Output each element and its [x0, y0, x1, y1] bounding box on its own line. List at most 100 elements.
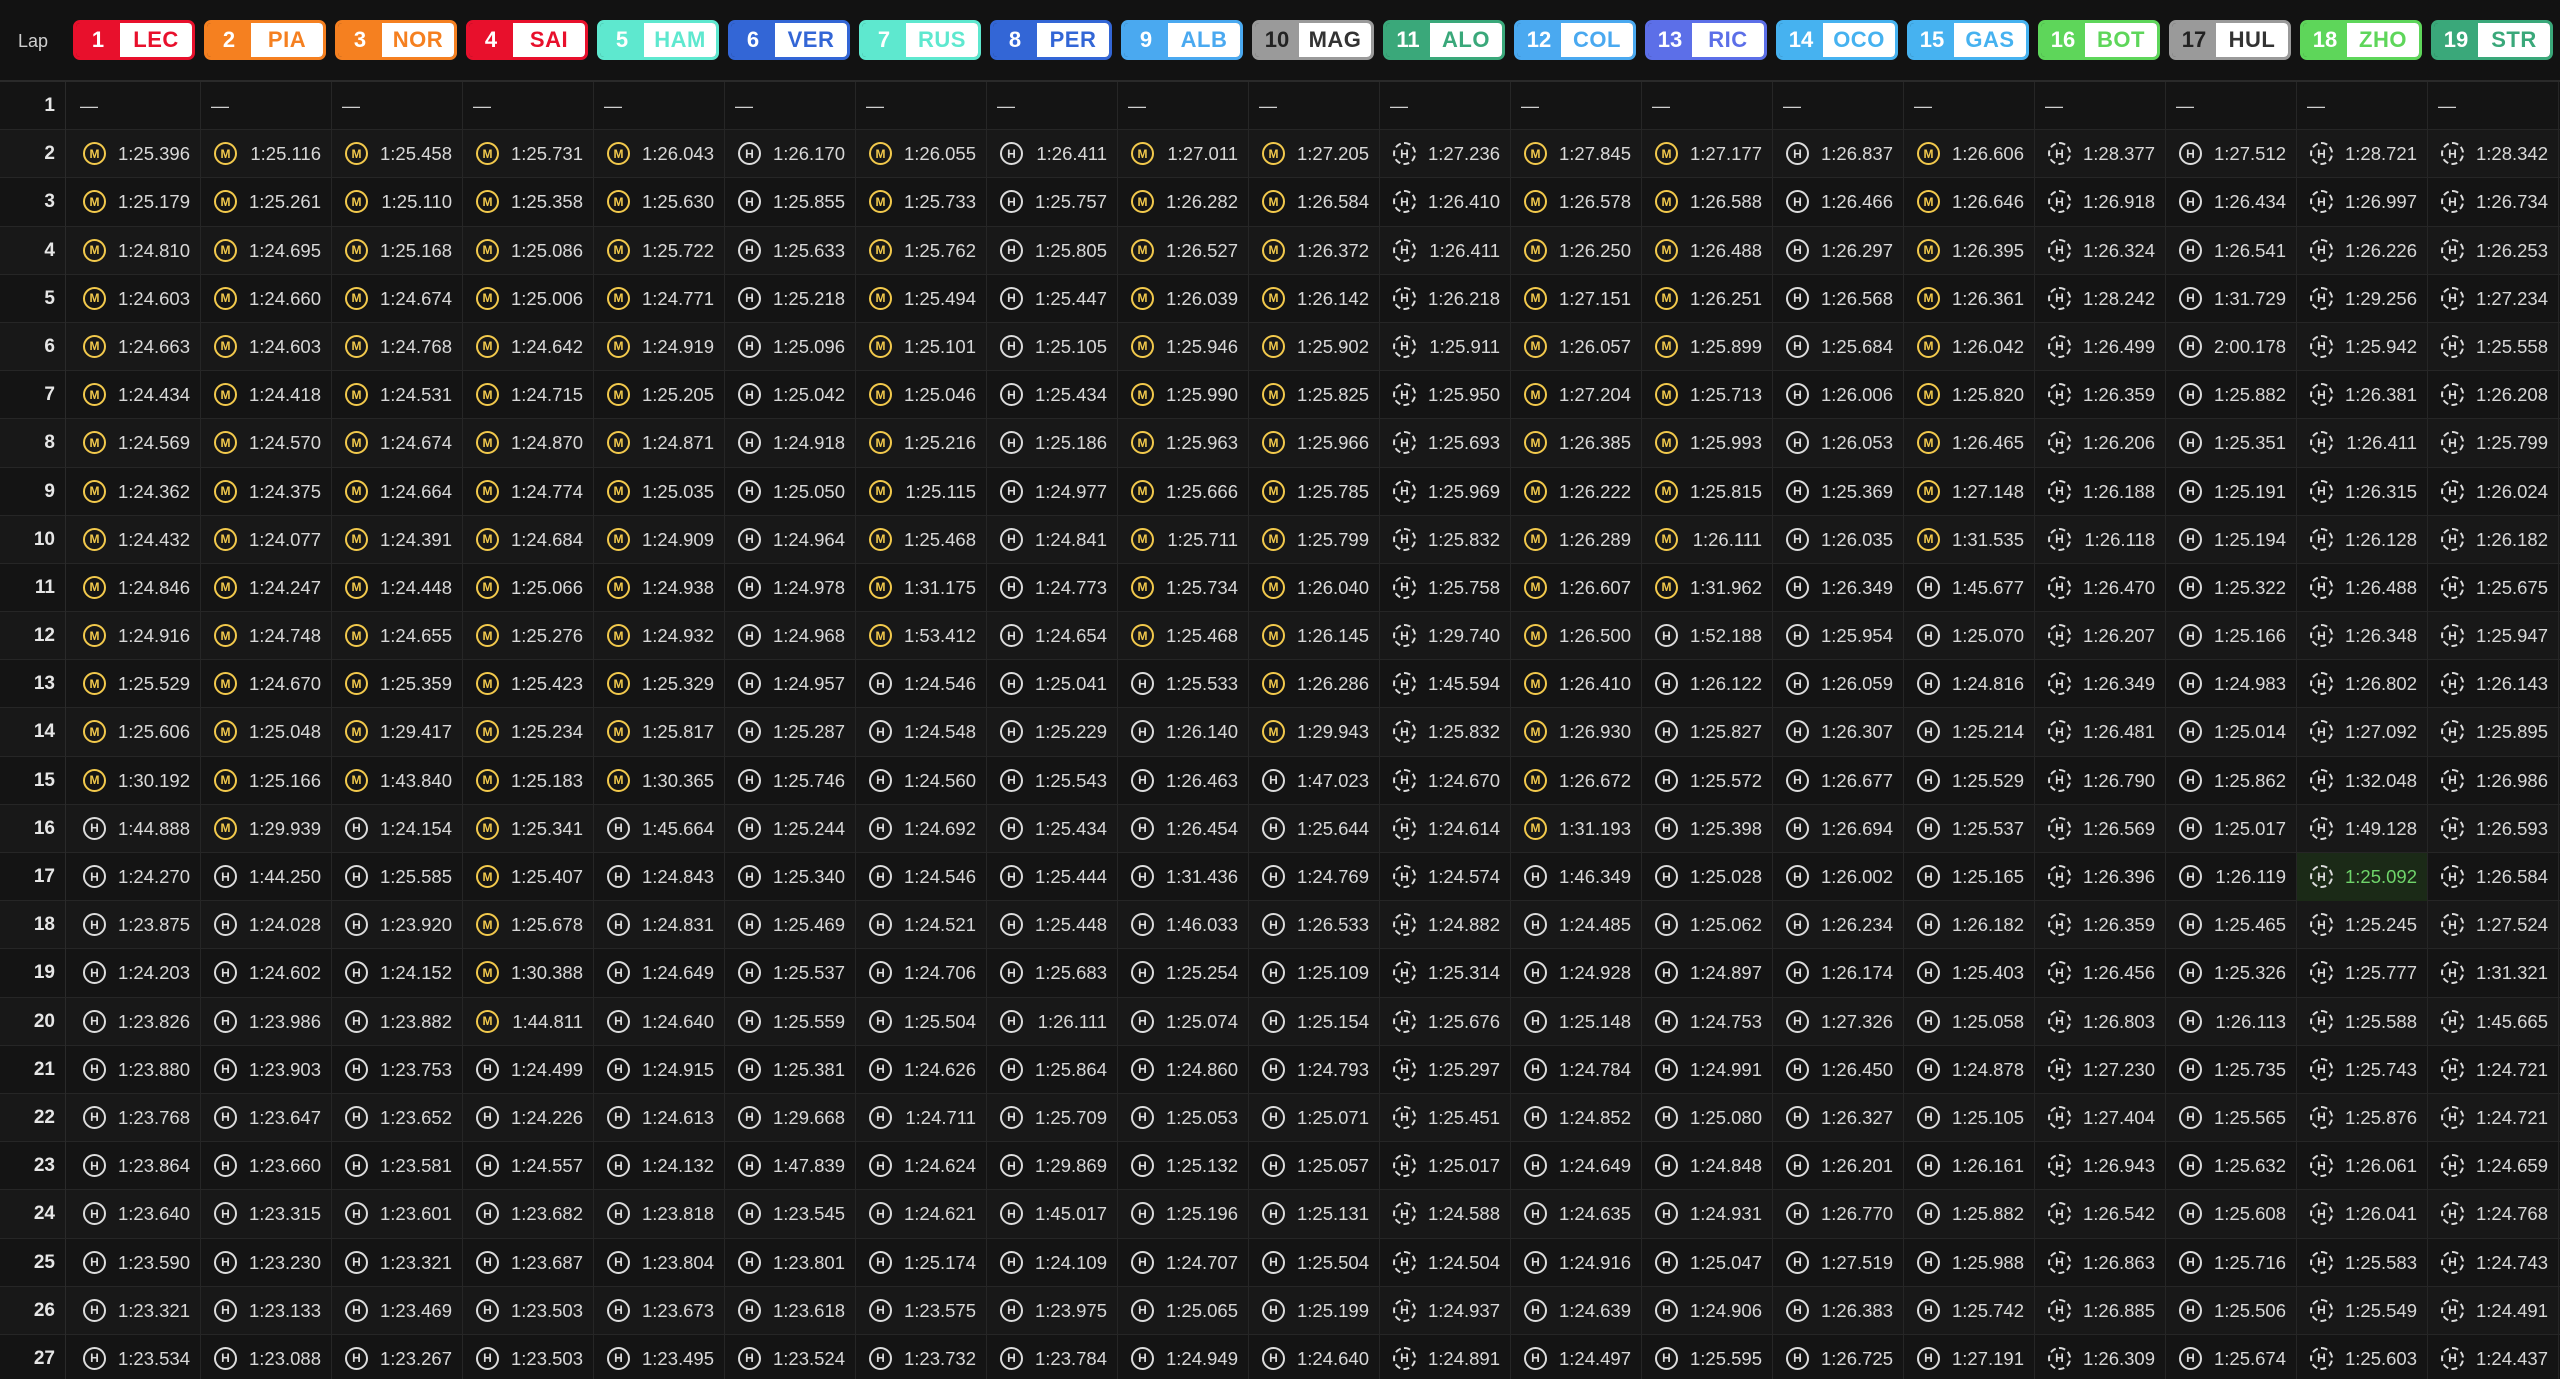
lap-time: 1:25.297: [1427, 1058, 1500, 1080]
driver-badge-ric[interactable]: 13 RIC: [1645, 20, 1767, 60]
medium-tyre-icon: M: [83, 624, 106, 648]
lap-time: 1:27.236: [1427, 143, 1500, 165]
hard-tyre-icon: H: [738, 624, 761, 648]
hard-tyre-icon: H: [1655, 768, 1678, 792]
hard-tyre-icon: H: [2179, 913, 2202, 937]
lap-time-cell: H 1:25.448: [987, 901, 1118, 950]
lap-time-cell: M 1:25.168: [332, 226, 463, 275]
lap-time-cell: H 1:24.154: [332, 804, 463, 853]
lap-time: 1:25.862: [2213, 769, 2286, 791]
lap-time-cell: H 1:25.369: [1773, 467, 1904, 516]
lap-time: 1:25.340: [772, 866, 845, 887]
driver-badge-mag[interactable]: 10 MAG: [1252, 20, 1374, 60]
driver-badge-hul[interactable]: 17 HUL: [2169, 20, 2291, 60]
table-row: 8 M 1:24.569 M 1:24.570 M 1:24.674 M 1:24.870 M 1:…: [0, 419, 2560, 468]
hard-tyre-used-icon: H: [1393, 1105, 1416, 1129]
lap-time-cell: H 1:26.024: [2428, 467, 2559, 516]
medium-tyre-icon: M: [1655, 383, 1678, 407]
medium-tyre-icon: M: [1524, 238, 1547, 262]
driver-badge-lec[interactable]: 1 LEC: [73, 20, 195, 60]
table-row: 24 H 1:23.640 H 1:23.315 H 1:23.601 H 1:23.682 H 1…: [0, 1190, 2560, 1239]
hard-tyre-icon: H: [1262, 1154, 1285, 1178]
hard-tyre-icon: H: [476, 1105, 499, 1129]
lap-time-cell: M 1:53.412: [856, 612, 987, 661]
lap-time: 1:25.666: [1165, 480, 1238, 502]
driver-position: 10: [1255, 23, 1299, 57]
lap-number: 12: [0, 612, 66, 661]
lap-time-cell: H 1:29.740: [1380, 612, 1511, 661]
lap-time-cell: H 1:26.734: [2428, 178, 2559, 227]
lap-time-cell: H 1:25.194: [2166, 515, 2297, 564]
hard-tyre-icon: H: [1917, 1009, 1940, 1033]
no-time-placeholder: —: [2438, 96, 2456, 116]
hard-tyre-used-icon: H: [2310, 527, 2333, 551]
medium-tyre-icon: M: [214, 190, 237, 214]
lap-time: 1:25.902: [1296, 335, 1369, 357]
hard-tyre-used-icon: H: [2441, 334, 2464, 358]
lap-time: 1:23.768: [117, 1106, 190, 1128]
lap-time: 1:25.882: [1951, 1203, 2024, 1225]
hard-tyre-icon: H: [1786, 961, 1809, 985]
driver-badge-zho[interactable]: 18 ZHO: [2300, 20, 2422, 60]
lap-time-cell: H 1:26.315: [2297, 467, 2428, 516]
driver-badge-rus[interactable]: 7 RUS: [859, 20, 981, 60]
hard-tyre-icon: H: [607, 1346, 630, 1370]
lap-time: 1:24.871: [641, 432, 714, 454]
driver-badge-alo[interactable]: 11 ALO: [1383, 20, 1505, 60]
lap-time-cell: M 1:24.768: [332, 322, 463, 371]
lap-time-cell: M 1:25.785: [1249, 467, 1380, 516]
driver-code: GAS: [1954, 23, 2026, 57]
lap-time-cell: M 1:25.116: [201, 130, 332, 179]
hard-tyre-used-icon: H: [1393, 1057, 1416, 1081]
hard-tyre-icon: H: [1000, 1346, 1023, 1370]
lap-time: 1:25.785: [1296, 480, 1369, 502]
lap-time: 1:25.942: [2344, 335, 2417, 357]
table-row: 19 H 1:24.203 H 1:24.602 H 1:24.152 M 1:30.388 H 1…: [0, 949, 2560, 998]
lap-time-cell: M 1:25.035: [594, 467, 725, 516]
hard-tyre-icon: H: [1000, 383, 1023, 407]
lap-time-cell: H 1:23.882: [332, 997, 463, 1046]
hard-tyre-used-icon: H: [2310, 961, 2333, 985]
driver-badge-ver[interactable]: 6 VER: [728, 20, 850, 60]
lap-time-cell: H 1:26.456: [2035, 949, 2166, 998]
lap-time-cell: H 1:25.742: [1904, 1286, 2035, 1335]
lap-time-cell: M 1:25.993: [1642, 419, 1773, 468]
driver-badge-pia[interactable]: 2 PIA: [204, 20, 326, 60]
lap-time-cell: H 1:24.860: [1118, 1045, 1249, 1094]
lap-time-cell: H 1:25.969: [1380, 467, 1511, 516]
hard-tyre-used-icon: H: [2048, 286, 2071, 310]
driver-badge-sai[interactable]: 4 SAI: [466, 20, 588, 60]
hard-tyre-icon: H: [607, 1154, 630, 1178]
lap-time-cell: H 1:25.757: [987, 178, 1118, 227]
medium-tyre-icon: M: [476, 527, 499, 551]
driver-badge-ham[interactable]: 5 HAM: [597, 20, 719, 60]
table-row: 17 H 1:24.270 H 1:44.250 H 1:25.585 M 1:25.407 H 1…: [0, 853, 2560, 902]
lap-time-cell: M 1:25.762: [856, 226, 987, 275]
hard-tyre-icon: H: [607, 1298, 630, 1322]
hard-tyre-used-icon: H: [2048, 190, 2071, 214]
lap-time: 1:26.541: [2213, 239, 2286, 261]
no-time-placeholder: —: [735, 96, 753, 116]
driver-badge-bot[interactable]: 16 BOT: [2038, 20, 2160, 60]
lap-time: 1:27.524: [2475, 914, 2548, 936]
driver-badge-str[interactable]: 19 STR: [2431, 20, 2553, 60]
driver-badge-col[interactable]: 12 COL: [1514, 20, 1636, 60]
lap-time-cell: H 1:25.504: [1249, 1238, 1380, 1287]
hard-tyre-used-icon: H: [2441, 865, 2464, 888]
driver-badge-alb[interactable]: 9 ALB: [1121, 20, 1243, 60]
driver-badge-per[interactable]: 8 PER: [990, 20, 1112, 60]
medium-tyre-icon: M: [1131, 575, 1154, 599]
lap-time-cell: M 1:25.234: [463, 708, 594, 757]
table-row: 14 M 1:25.606 M 1:25.048 M 1:29.417 M 1:25.234 M 1…: [0, 708, 2560, 757]
driver-badge-nor[interactable]: 3 NOR: [335, 20, 457, 60]
lap-time-cell: H 1:44.250: [201, 853, 332, 901]
lap-number: 24: [0, 1190, 66, 1239]
lap-time: 1:27.404: [2082, 1106, 2155, 1128]
hard-tyre-used-icon: H: [2310, 1250, 2333, 1274]
lap-time: 1:26.606: [1951, 143, 2024, 165]
lap-time: 1:27.204: [1558, 384, 1631, 406]
driver-badge-gas[interactable]: 15 GAS: [1907, 20, 2029, 60]
lap-time: 1:24.870: [510, 432, 583, 454]
medium-tyre-icon: M: [83, 575, 106, 599]
driver-badge-oco[interactable]: 14 OCO: [1776, 20, 1898, 60]
